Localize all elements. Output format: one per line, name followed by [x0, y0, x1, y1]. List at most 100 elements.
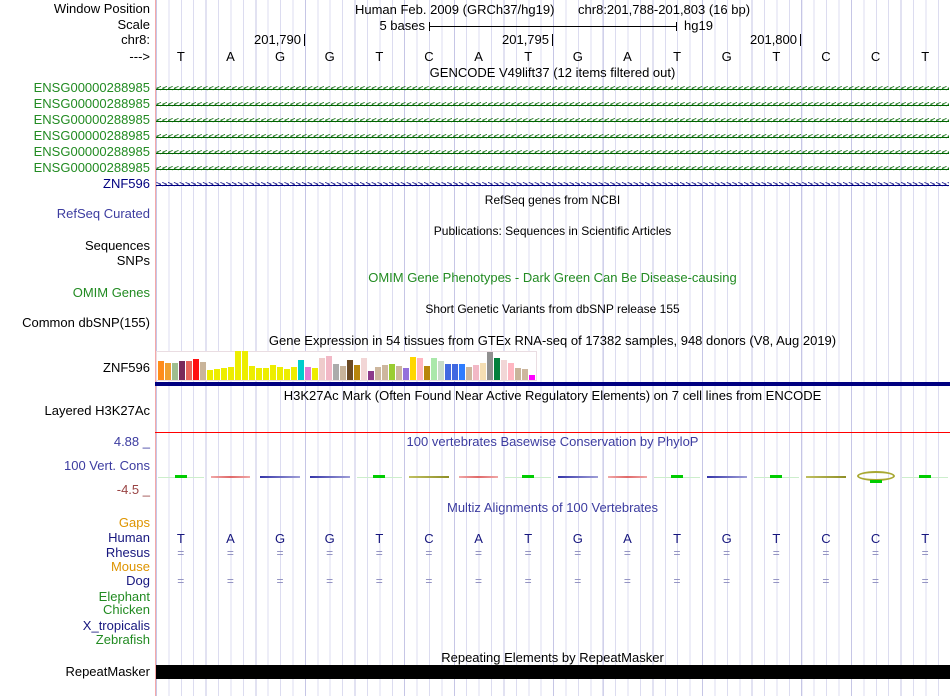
gtex-bar[interactable]	[494, 358, 500, 380]
multiz-label-dog[interactable]: Dog	[0, 574, 150, 588]
gtex-bar[interactable]	[368, 371, 374, 380]
gtex-bar[interactable]	[501, 360, 507, 380]
gtex-bar[interactable]	[263, 368, 269, 380]
gene-ZNF596[interactable]: >>>>>>>>>>>>>>>>>>>>>>>>>>>>>>>>>>>>>>>>…	[156, 177, 949, 193]
multiz-label-rhesus[interactable]: Rhesus	[0, 546, 150, 560]
alignment-base-cell: T	[524, 531, 533, 546]
gtex-bar[interactable]	[256, 368, 262, 380]
gtex-bar[interactable]	[424, 366, 430, 380]
gtex-bar[interactable]	[165, 363, 171, 380]
gene-ENSG00000288985[interactable]: <<<<<<<<<<<<<<<<<<<<<<<<<<<<<<<<<<<<<<<<…	[156, 129, 949, 145]
gene-label-ENSG00000288985[interactable]: ENSG00000288985	[0, 97, 150, 111]
gtex-bar[interactable]	[480, 363, 486, 380]
multiz-label-x_tropicalis[interactable]: X_tropicalis	[0, 619, 150, 633]
gtex-bar[interactable]	[389, 364, 395, 380]
gtex-bar[interactable]	[221, 368, 227, 380]
gtex-bar[interactable]	[242, 351, 248, 380]
gtex-bar[interactable]	[312, 368, 318, 380]
track-label-gtex[interactable]: ZNF596	[0, 361, 150, 375]
gtex-bar[interactable]	[438, 361, 444, 380]
multiz-label-human[interactable]: Human	[0, 531, 150, 545]
gene-label-ENSG00000288985[interactable]: ENSG00000288985	[0, 113, 150, 127]
multiz-label-mouse[interactable]: Mouse	[0, 560, 150, 574]
gtex-bar[interactable]	[417, 358, 423, 380]
gtex-bar[interactable]	[403, 368, 409, 380]
gene-label-ENSG00000288985[interactable]: ENSG00000288985	[0, 129, 150, 143]
gtex-bars	[156, 351, 537, 381]
gene-label-ENSG00000288985[interactable]: ENSG00000288985	[0, 81, 150, 95]
gtex-bar[interactable]	[172, 363, 178, 380]
gene-label-ZNF596[interactable]: ZNF596	[0, 177, 150, 191]
gtex-bar[interactable]	[298, 360, 304, 380]
gtex-bar[interactable]	[431, 358, 437, 380]
track-label-snps[interactable]: SNPs	[0, 254, 150, 268]
gtex-bar[interactable]	[186, 361, 192, 380]
gtex-bar[interactable]	[466, 367, 472, 380]
phylop-cell-green	[503, 470, 553, 486]
gtex-bar[interactable]	[347, 360, 353, 380]
gtex-bar[interactable]	[158, 361, 164, 380]
gene-label-ENSG00000288985[interactable]: ENSG00000288985	[0, 161, 150, 175]
gtex-bar[interactable]	[193, 359, 199, 380]
alignment-base-cell: C	[870, 531, 881, 546]
gtex-bar[interactable]	[410, 357, 416, 380]
gene-ENSG00000288985[interactable]: <<<<<<<<<<<<<<<<<<<<<<<<<<<<<<<<<<<<<<<<…	[156, 145, 949, 161]
gene-ENSG00000288985[interactable]: <<<<<<<<<<<<<<<<<<<<<<<<<<<<<<<<<<<<<<<<…	[156, 81, 949, 97]
gtex-bar[interactable]	[382, 365, 388, 380]
gtex-bar[interactable]	[487, 352, 493, 380]
gtex-bar[interactable]	[333, 364, 339, 380]
gtex-bar[interactable]	[473, 365, 479, 380]
gtex-bar[interactable]	[326, 356, 332, 380]
track-label-repeatmasker[interactable]: RepeatMasker	[0, 665, 150, 679]
gtex-bar[interactable]	[200, 362, 206, 380]
multiz-row-dog[interactable]: = = = = = = = = = = = = = = = =	[156, 574, 950, 589]
gtex-bar[interactable]	[445, 364, 451, 380]
gtex-bar[interactable]	[319, 358, 325, 380]
gtex-bar[interactable]	[284, 369, 290, 380]
track-label-omim[interactable]: OMIM Genes	[0, 286, 150, 300]
gtex-bar[interactable]	[452, 364, 458, 380]
gtex-bar[interactable]	[214, 369, 220, 380]
gtex-bar[interactable]	[249, 366, 255, 380]
multiz-label-chicken[interactable]: Chicken	[0, 603, 150, 617]
track-label-dbsnp[interactable]: Common dbSNP(155)	[0, 316, 150, 330]
track-label-phylop[interactable]: 100 Vert. Cons	[0, 459, 150, 473]
green-dash	[869, 480, 882, 483]
gtex-bar[interactable]	[529, 375, 535, 380]
gtex-bar[interactable]	[277, 367, 283, 380]
multiz-row-human[interactable]: TAGGTCATGATGTCCT	[156, 531, 950, 546]
h3k27ac-title: H3K27Ac Mark (Often Found Near Active Re…	[283, 388, 822, 403]
gtex-bar[interactable]	[179, 361, 185, 380]
multiz-label-gaps[interactable]: Gaps	[0, 516, 150, 530]
gene-ENSG00000288985[interactable]: <<<<<<<<<<<<<<<<<<<<<<<<<<<<<<<<<<<<<<<<…	[156, 97, 949, 113]
gtex-bar[interactable]	[291, 367, 297, 380]
gtex-bar[interactable]	[361, 358, 367, 380]
track-label-h3k27ac[interactable]: Layered H3K27Ac	[0, 404, 150, 418]
multiz-row-rhesus[interactable]: = = = = = = = = = = = = = = = =	[156, 546, 950, 561]
gtex-bar[interactable]	[270, 365, 276, 380]
track-label-refseq[interactable]: RefSeq Curated	[0, 207, 150, 221]
gtex-bar[interactable]	[354, 365, 360, 380]
gtex-bar[interactable]	[375, 367, 381, 380]
gtex-bar[interactable]	[340, 366, 346, 380]
phylop-cell-red	[454, 470, 504, 486]
gtex-bar[interactable]	[305, 367, 311, 380]
base-cell: T	[772, 49, 781, 64]
repeatmasker-feature[interactable]	[156, 665, 950, 679]
gtex-bar[interactable]	[207, 370, 213, 380]
gtex-bar[interactable]	[515, 368, 521, 380]
gene-label-ENSG00000288985[interactable]: ENSG00000288985	[0, 145, 150, 159]
multiz-label-zebrafish[interactable]: Zebrafish	[0, 633, 150, 647]
gene-ENSG00000288985[interactable]: <<<<<<<<<<<<<<<<<<<<<<<<<<<<<<<<<<<<<<<<…	[156, 113, 949, 129]
track-label-sequences[interactable]: Sequences	[0, 239, 150, 253]
gene-ENSG00000288985[interactable]: <<<<<<<<<<<<<<<<<<<<<<<<<<<<<<<<<<<<<<<<…	[156, 161, 949, 177]
gtex-title: Gene Expression in 54 tissues from GTEx …	[268, 333, 837, 348]
phylop-row[interactable]	[156, 470, 950, 486]
gtex-bar[interactable]	[508, 363, 514, 380]
gtex-bar[interactable]	[522, 369, 528, 380]
base-cell: G	[275, 49, 286, 64]
gtex-bar[interactable]	[235, 351, 241, 380]
gtex-bar[interactable]	[228, 367, 234, 380]
gtex-bar[interactable]	[396, 366, 402, 380]
gtex-bar[interactable]	[459, 364, 465, 380]
